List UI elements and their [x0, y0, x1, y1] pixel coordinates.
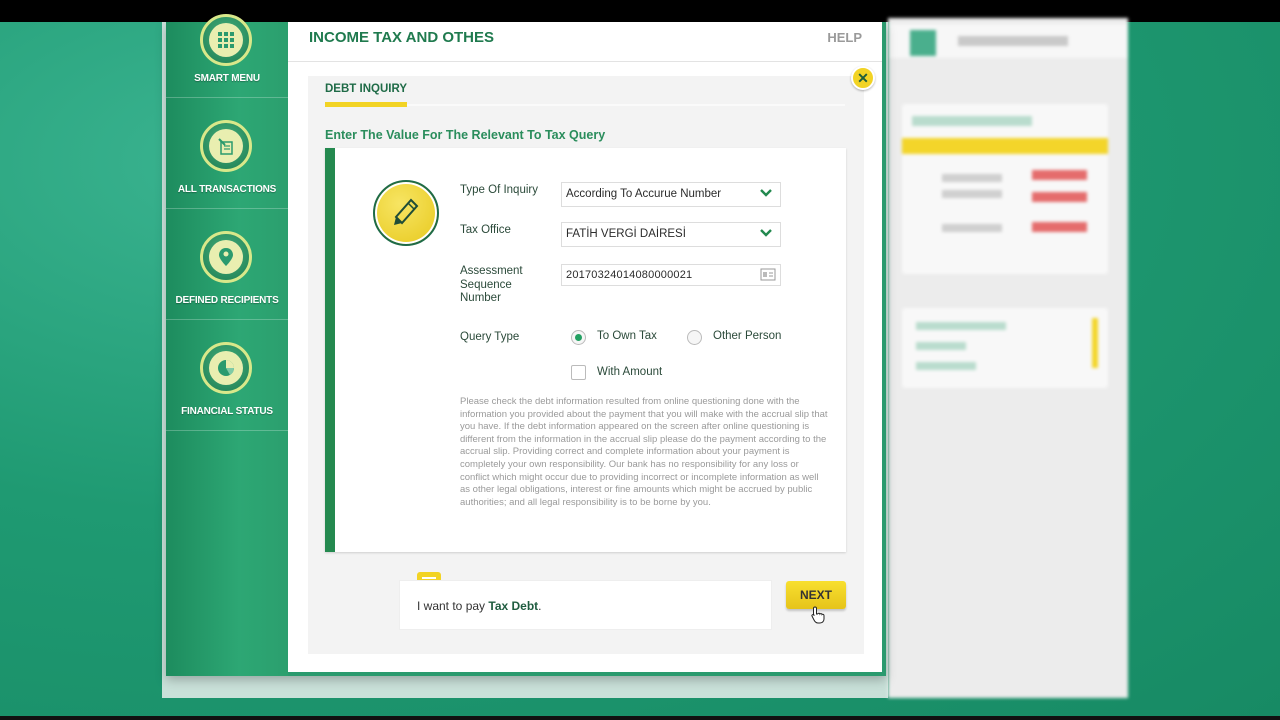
input-value: 20170324014080000021	[566, 269, 693, 281]
sidebar: SMART MENU ALL TRANSACTIONS DEFINED RECI…	[166, 14, 288, 676]
sidebar-item-all-transactions[interactable]: ALL TRANSACTIONS	[166, 98, 288, 209]
tip-prefix: I want to pay	[417, 599, 489, 613]
type-of-inquiry-label: Type Of Inquiry	[460, 184, 538, 196]
disclaimer-text: Please check the debt information result…	[460, 396, 828, 508]
chevron-down-icon	[760, 188, 772, 201]
instruction-heading: Enter The Value For The Relevant To Tax …	[325, 128, 606, 142]
header: INCOME TAX AND OTHES HELP	[288, 22, 882, 62]
tip-suffix: .	[538, 599, 542, 613]
tab-debt-inquiry[interactable]: DEBT INQUIRY	[325, 83, 407, 95]
blurred-side-panel	[888, 18, 1128, 698]
radio-other-person[interactable]	[687, 330, 702, 345]
query-type-label: Query Type	[460, 331, 520, 343]
transactions-icon	[200, 120, 252, 172]
type-of-inquiry-select[interactable]: According To Accurue Number	[561, 182, 781, 207]
select-value: According To Accurue Number	[566, 188, 722, 200]
tab-divider	[407, 104, 845, 106]
sidebar-item-label: ALL TRANSACTIONS	[177, 184, 277, 195]
form-card: Type Of Inquiry According To Accurue Num…	[325, 148, 846, 552]
id-card-icon[interactable]	[760, 268, 776, 284]
grid-icon	[200, 14, 252, 66]
sidebar-item-smart-menu[interactable]: SMART MENU	[166, 14, 288, 98]
assessment-sequence-input[interactable]: 20170324014080000021	[561, 264, 781, 286]
bottom-letterbox	[0, 716, 1280, 720]
select-value: FATİH VERGİ DAİRESİ	[566, 228, 686, 240]
recipient-pin-icon	[200, 231, 252, 283]
sidebar-item-label: SMART MENU	[194, 73, 260, 84]
tax-office-label: Tax Office	[460, 224, 511, 236]
radio-own-tax-label[interactable]: To Own Tax	[597, 330, 657, 342]
chevron-down-icon	[760, 228, 772, 241]
close-button[interactable]: ✕	[851, 66, 875, 90]
page-title: INCOME TAX AND OTHES	[309, 29, 495, 46]
sidebar-item-label: FINANCIAL STATUS	[181, 406, 273, 417]
tip-highlight: Tax Debt	[488, 599, 539, 613]
pie-chart-icon	[200, 342, 252, 394]
tax-office-select[interactable]: FATİH VERGİ DAİRESİ	[561, 222, 781, 247]
with-amount-checkbox[interactable]	[571, 365, 586, 380]
main-content: INCOME TAX AND OTHES HELP ✕ DEBT INQUIRY…	[288, 22, 882, 672]
intent-tip: I want to pay Tax Debt.	[399, 580, 772, 630]
assessment-sequence-label: Assessment Sequence Number	[460, 265, 523, 304]
help-link[interactable]: HELP	[827, 30, 862, 45]
active-tab-indicator	[325, 102, 407, 107]
next-button[interactable]: NEXT	[786, 581, 846, 609]
radio-own-tax[interactable]	[571, 330, 586, 345]
hand-cursor-icon	[811, 606, 825, 629]
sidebar-item-defined-recipients[interactable]: DEFINED RECIPIENTS	[166, 209, 288, 320]
sidebar-item-label: DEFINED RECIPIENTS	[175, 295, 279, 306]
sidebar-item-financial-status[interactable]: FINANCIAL STATUS	[166, 320, 288, 431]
radio-other-person-label[interactable]: Other Person	[713, 330, 781, 342]
pencil-icon	[373, 180, 439, 246]
with-amount-label[interactable]: With Amount	[597, 366, 662, 378]
